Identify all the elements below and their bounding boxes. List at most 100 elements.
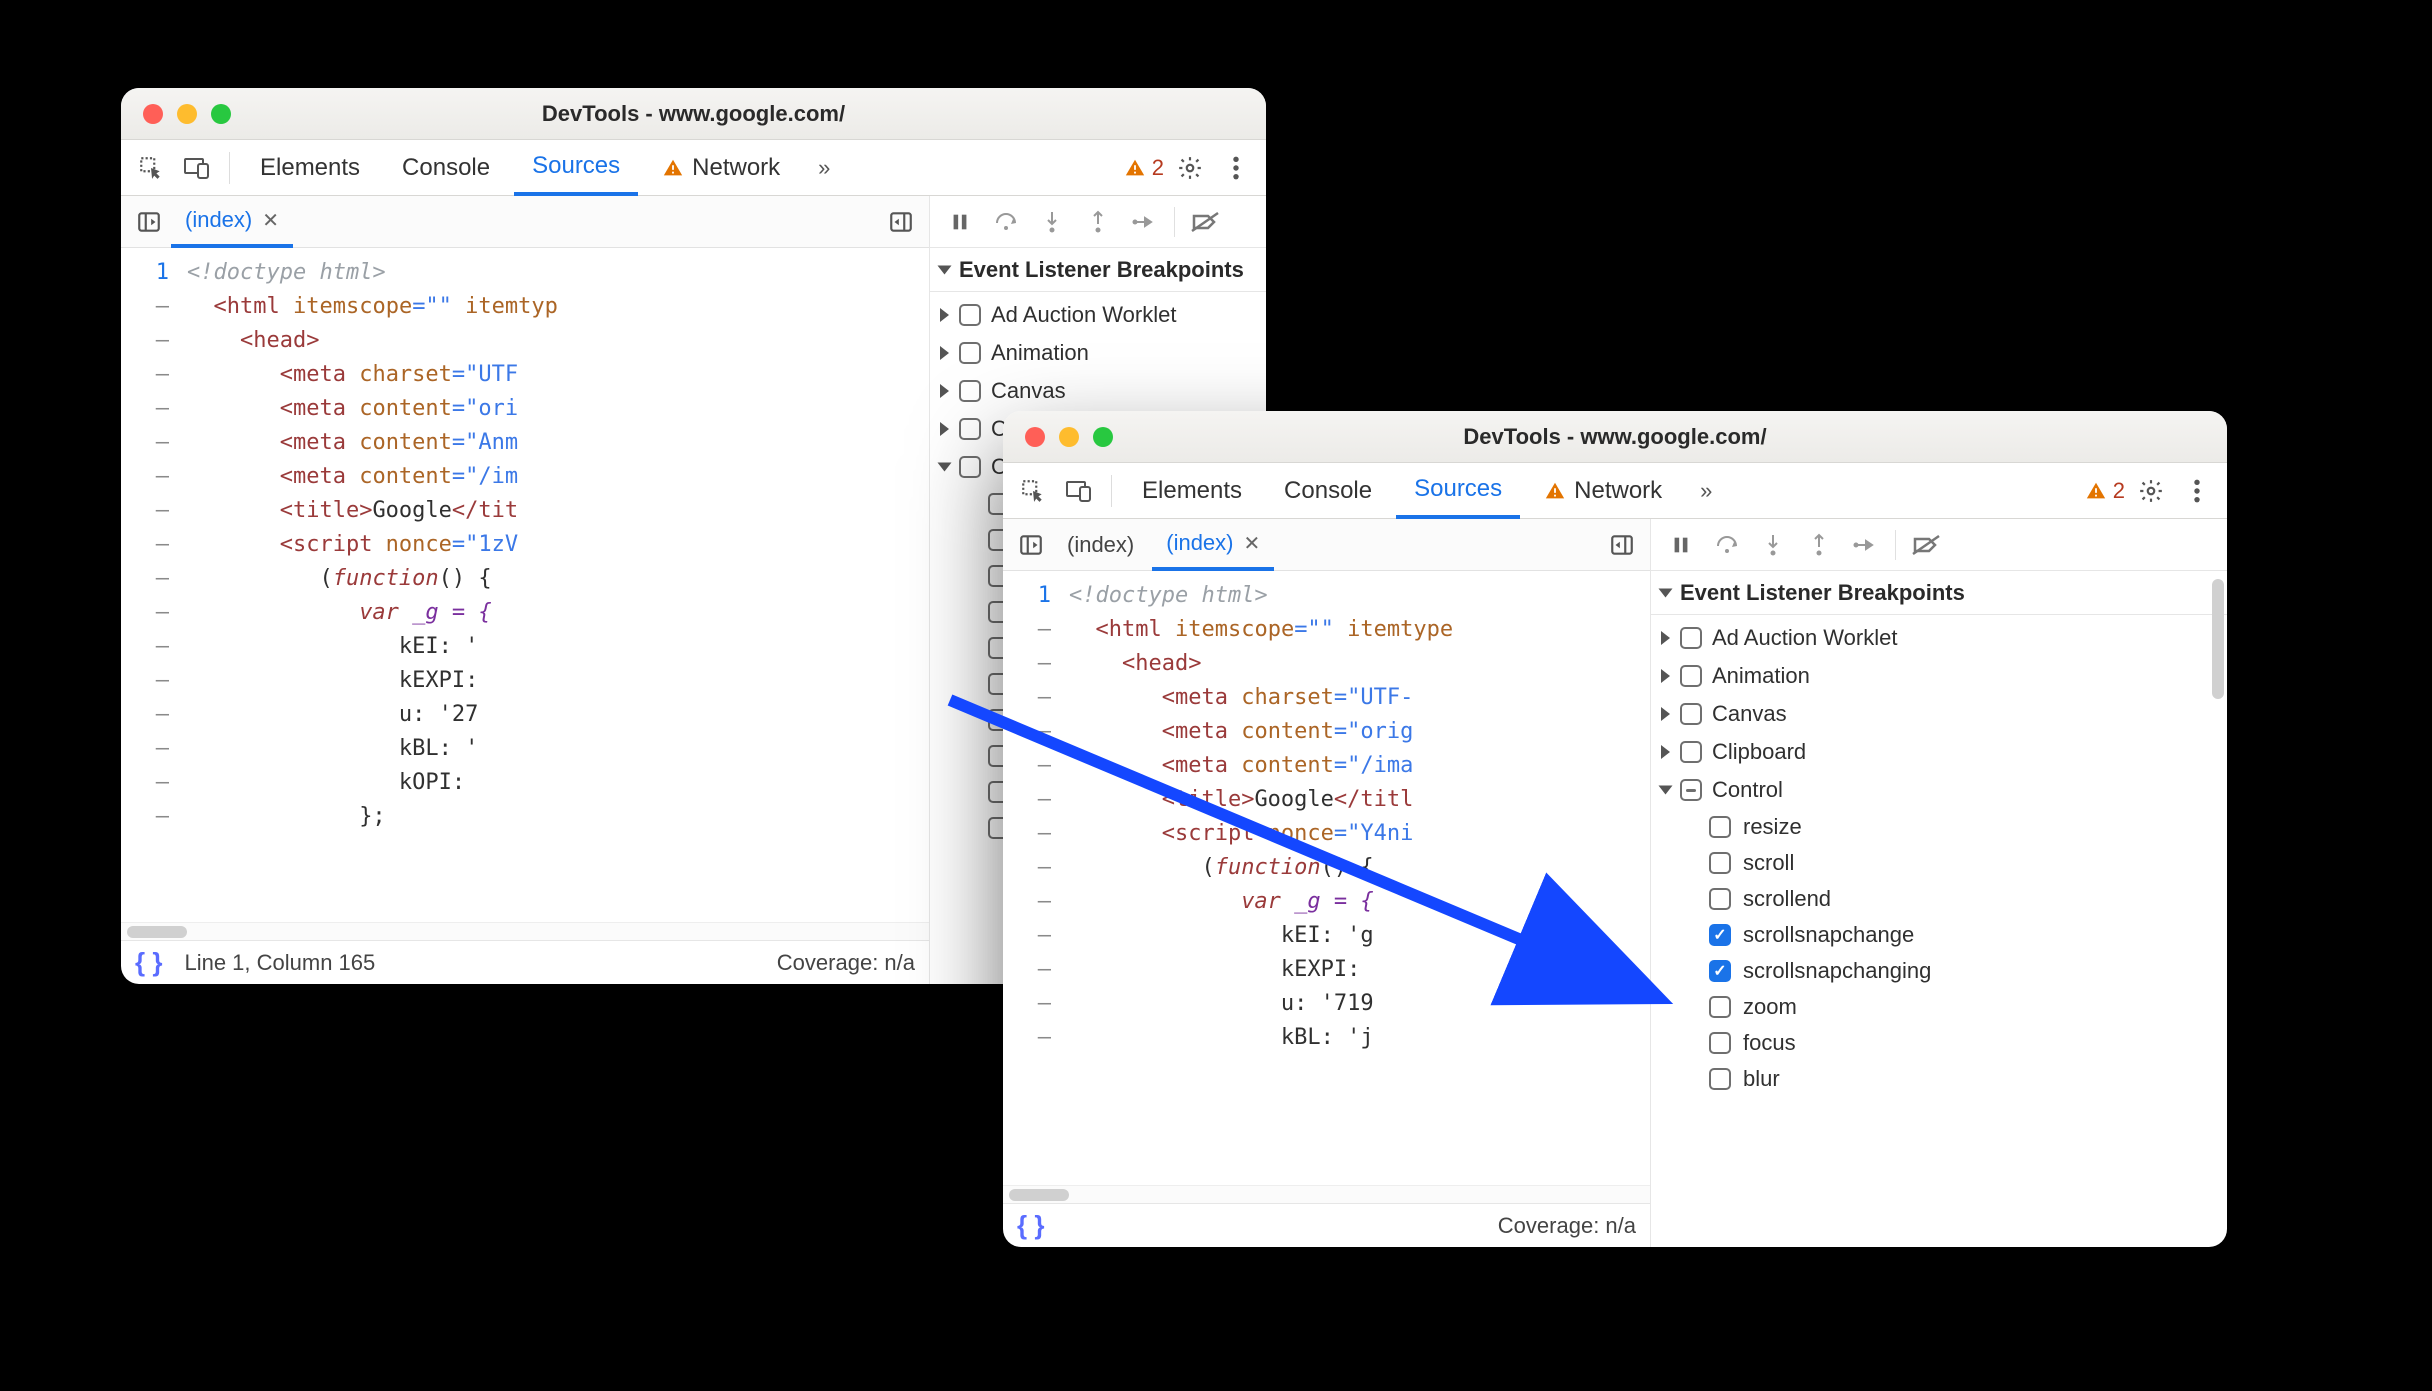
scrollbar-thumb[interactable] [127, 926, 187, 938]
checkbox[interactable] [1680, 741, 1702, 763]
chevron-down-icon [938, 265, 952, 274]
cat-animation[interactable]: Animation [930, 334, 1266, 372]
main-tabs: Elements Console Sources Network » 2 [1003, 463, 2227, 519]
tab-network[interactable]: Network [1526, 463, 1680, 519]
checkbox[interactable] [1709, 1032, 1731, 1054]
step-out-icon[interactable] [1799, 525, 1839, 565]
source-editor[interactable]: 1 — — — — — — — — — — — — — — — — <!doct… [121, 248, 929, 922]
step-into-icon[interactable] [1753, 525, 1793, 565]
step-into-icon[interactable] [1032, 202, 1072, 242]
divider [229, 152, 230, 184]
evt-scroll[interactable]: scroll [1651, 845, 2227, 881]
step-icon[interactable] [1845, 525, 1885, 565]
checkbox[interactable] [959, 380, 981, 402]
checkbox-mixed[interactable] [1680, 779, 1702, 801]
traffic-lights [143, 104, 231, 124]
close-tab-icon[interactable]: ✕ [262, 208, 279, 233]
tab-console[interactable]: Console [384, 140, 508, 196]
cat-canvas[interactable]: Canvas [1651, 695, 2227, 733]
close-window-button[interactable] [1025, 427, 1045, 447]
evt-scrollsnapchange[interactable]: ✓scrollsnapchange [1651, 917, 2227, 953]
checkbox[interactable] [1680, 665, 1702, 687]
hide-debugger-icon[interactable] [1604, 527, 1640, 563]
scrollbar-thumb[interactable] [1009, 1189, 1069, 1201]
step-over-icon[interactable] [1707, 525, 1747, 565]
show-navigator-icon[interactable] [131, 204, 167, 240]
evt-scrollend[interactable]: scrollend [1651, 881, 2227, 917]
step-out-icon[interactable] [1078, 202, 1118, 242]
evt-blur[interactable]: blur [1651, 1061, 2227, 1097]
issues-badge[interactable]: 2 [1124, 155, 1164, 181]
close-window-button[interactable] [143, 104, 163, 124]
cat-clipboard[interactable]: Clipboard [1651, 733, 2227, 771]
minimize-window-button[interactable] [1059, 427, 1079, 447]
titlebar[interactable]: DevTools - www.google.com/ [1003, 411, 2227, 463]
breakpoints-section-header[interactable]: Event Listener Breakpoints [1651, 571, 2227, 615]
horizontal-scrollbar[interactable] [121, 922, 929, 940]
cat-canvas[interactable]: Canvas [930, 372, 1266, 410]
vertical-scrollbar[interactable] [2212, 579, 2224, 699]
step-over-icon[interactable] [986, 202, 1026, 242]
evt-scrollsnapchanging[interactable]: ✓scrollsnapchanging [1651, 953, 2227, 989]
checkbox-checked[interactable]: ✓ [1709, 960, 1731, 982]
more-tabs-icon[interactable]: » [1686, 471, 1726, 511]
cat-ad-auction[interactable]: Ad Auction Worklet [1651, 619, 2227, 657]
tab-sources[interactable]: Sources [1396, 463, 1520, 519]
breakpoints-section-header[interactable]: Event Listener Breakpoints [930, 248, 1266, 292]
zoom-window-button[interactable] [1093, 427, 1113, 447]
deactivate-breakpoints-icon[interactable] [1906, 525, 1946, 565]
minimize-window-button[interactable] [177, 104, 197, 124]
checkbox[interactable] [1709, 852, 1731, 874]
device-toggle-icon[interactable] [177, 148, 217, 188]
tab-elements[interactable]: Elements [242, 140, 378, 196]
hide-debugger-icon[interactable] [883, 204, 919, 240]
checkbox[interactable] [1680, 703, 1702, 725]
pause-icon[interactable] [940, 202, 980, 242]
cat-ad-auction[interactable]: Ad Auction Worklet [930, 296, 1266, 334]
checkbox[interactable] [959, 456, 981, 478]
evt-zoom[interactable]: zoom [1651, 989, 2227, 1025]
file-tab-index[interactable]: (index) ✕ [171, 196, 293, 248]
evt-focus[interactable]: focus [1651, 1025, 2227, 1061]
step-icon[interactable] [1124, 202, 1164, 242]
show-navigator-icon[interactable] [1013, 527, 1049, 563]
tab-sources[interactable]: Sources [514, 140, 638, 196]
tab-network[interactable]: Network [644, 140, 798, 196]
device-toggle-icon[interactable] [1059, 471, 1099, 511]
tab-elements[interactable]: Elements [1124, 463, 1260, 519]
breakpoint-categories[interactable]: Ad Auction Worklet Animation Canvas Clip… [1651, 615, 2227, 1247]
tab-console[interactable]: Console [1266, 463, 1390, 519]
checkbox-checked[interactable]: ✓ [1709, 924, 1731, 946]
evt-resize[interactable]: resize [1651, 809, 2227, 845]
checkbox[interactable] [1680, 627, 1702, 649]
checkbox[interactable] [959, 418, 981, 440]
file-tab-index-1[interactable]: (index) [1053, 519, 1148, 571]
pause-icon[interactable] [1661, 525, 1701, 565]
debugger-controls [1651, 519, 2227, 571]
titlebar[interactable]: DevTools - www.google.com/ [121, 88, 1266, 140]
pretty-print-icon[interactable]: { } [135, 947, 162, 978]
kebab-menu-icon[interactable] [1216, 148, 1256, 188]
checkbox[interactable] [1709, 816, 1731, 838]
inspect-icon[interactable] [1013, 471, 1053, 511]
checkbox[interactable] [1709, 888, 1731, 910]
checkbox[interactable] [959, 304, 981, 326]
cat-animation[interactable]: Animation [1651, 657, 2227, 695]
cat-control[interactable]: Control [1651, 771, 2227, 809]
checkbox[interactable] [959, 342, 981, 364]
more-tabs-icon[interactable]: » [804, 148, 844, 188]
checkbox[interactable] [1709, 996, 1731, 1018]
zoom-window-button[interactable] [211, 104, 231, 124]
source-editor[interactable]: 1 — — — — — — — — — — — — — <!doctype ht… [1003, 571, 1650, 1185]
close-tab-icon[interactable]: ✕ [1244, 531, 1261, 556]
file-tab-index-2[interactable]: (index) ✕ [1152, 519, 1274, 571]
deactivate-breakpoints-icon[interactable] [1185, 202, 1225, 242]
issues-badge[interactable]: 2 [2085, 478, 2125, 504]
inspect-icon[interactable] [131, 148, 171, 188]
settings-icon[interactable] [2131, 471, 2171, 511]
kebab-menu-icon[interactable] [2177, 471, 2217, 511]
checkbox[interactable] [1709, 1068, 1731, 1090]
pretty-print-icon[interactable]: { } [1017, 1210, 1044, 1241]
settings-icon[interactable] [1170, 148, 1210, 188]
horizontal-scrollbar[interactable] [1003, 1185, 1650, 1203]
